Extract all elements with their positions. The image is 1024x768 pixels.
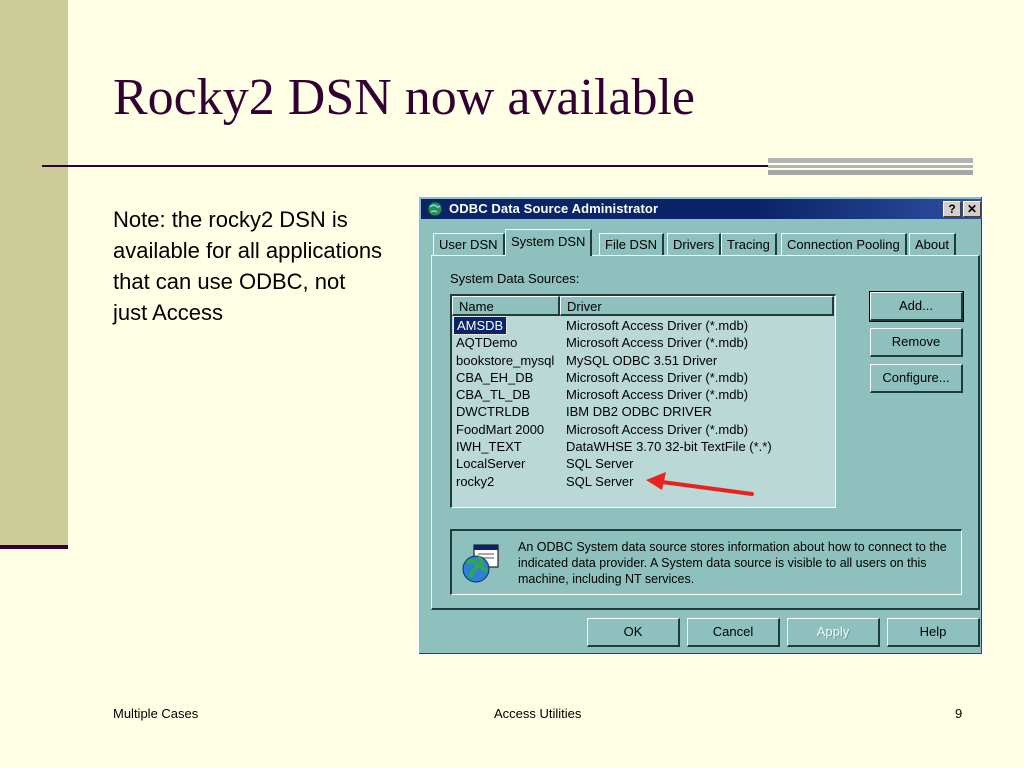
footer-left: Multiple Cases [113, 706, 199, 721]
list-rows: AMSDB Microsoft Access Driver (*.mdb) AQT… [452, 316, 834, 490]
list-header: Name Driver [452, 296, 834, 316]
dialog-title: ODBC Data Source Administrator [449, 201, 659, 216]
add-button[interactable]: Add... [869, 291, 964, 322]
help-button[interactable]: Help [887, 618, 980, 647]
close-title-button[interactable]: ✕ [963, 201, 981, 217]
slide: Rocky2 DSN now available Note: the rocky… [0, 0, 1024, 768]
tab-drivers[interactable]: Drivers [667, 233, 722, 255]
remove-button[interactable]: Remove [870, 328, 963, 357]
list-item[interactable]: DWCTRLDB IBM DB2 ODBC DRIVER [452, 403, 834, 420]
ok-button[interactable]: OK [587, 618, 680, 647]
tab-user-dsn[interactable]: User DSN [433, 233, 505, 255]
red-arrow-pointer [646, 472, 754, 496]
info-text: An ODBC System data source stores inform… [518, 540, 947, 586]
cancel-button[interactable]: Cancel [687, 618, 780, 647]
column-header-driver[interactable]: Driver [560, 296, 834, 316]
help-title-button[interactable]: ? [943, 201, 961, 217]
dialog-title-bar: ODBC Data Source Administrator ? ✕ [421, 199, 982, 219]
tab-system-dsn[interactable]: System DSN [505, 229, 593, 256]
slide-body-text: Note: the rocky2 DSN is available for al… [113, 207, 383, 325]
list-item[interactable]: bookstore_mysql MySQL ODBC 3.51 Driver [452, 352, 834, 369]
slide-number: 9 [955, 706, 963, 721]
list-item[interactable]: CBA_TL_DB Microsoft Access Driver (*.mdb) [452, 386, 834, 403]
list-item[interactable]: AMSDB Microsoft Access Driver (*.mdb) [452, 316, 834, 335]
left-accent-bar-cap [0, 545, 68, 549]
title-divider [42, 165, 772, 167]
list-item[interactable]: AQTDemo Microsoft Access Driver (*.mdb) [452, 334, 834, 351]
list-item[interactable]: FoodMart 2000 Microsoft Access Driver (*.… [452, 421, 834, 438]
configure-button[interactable]: Configure... [870, 364, 963, 393]
tab-about[interactable]: About [909, 233, 956, 255]
list-item[interactable]: IWH_TEXT DataWHSE 3.70 32-bit TextFile (*… [452, 438, 834, 455]
system-dsn-panel: System Data Sources: Name Driver AMSDB Mi… [431, 255, 980, 610]
apply-button[interactable]: Apply [787, 618, 880, 647]
odbc-dialog: ODBC Data Source Administrator ? ✕ User … [418, 196, 983, 655]
slide-title: Rocky2 DSN now available [113, 69, 696, 126]
system-data-sources-label: System Data Sources: [450, 271, 580, 286]
footer-center: Access Utilities [494, 706, 582, 721]
column-header-name[interactable]: Name [452, 296, 560, 316]
title-divider-accent [768, 158, 973, 178]
info-box: An ODBC System data source stores inform… [450, 529, 962, 595]
globe-datasource-icon [462, 544, 499, 583]
tab-tracing[interactable]: Tracing [721, 233, 777, 255]
odbc-app-icon [427, 201, 443, 217]
left-accent-bar [0, 0, 68, 545]
tab-file-dsn[interactable]: File DSN [599, 233, 665, 255]
tab-connection-pooling[interactable]: Connection Pooling [781, 233, 907, 255]
list-item[interactable]: CBA_EH_DB Microsoft Access Driver (*.mdb) [452, 369, 834, 386]
